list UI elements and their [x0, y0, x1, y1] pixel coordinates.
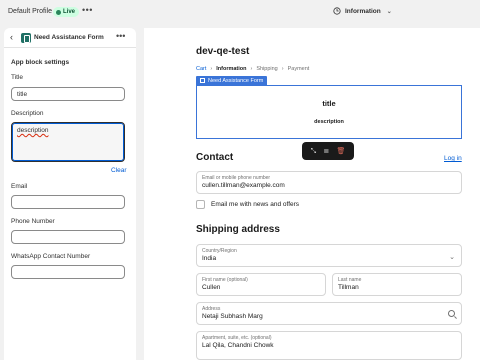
email-phone-label: Email or mobile phone number [202, 175, 271, 181]
apartment-label: Apartment, suite, etc. (optional) [202, 335, 272, 341]
top-bar: Default Profile Live ••• Information ⌄ [0, 0, 480, 26]
email-phone-field[interactable]: Email or mobile phone number cullen.till… [196, 171, 462, 194]
template-selector[interactable]: Information ⌄ [333, 7, 392, 15]
newsletter-label: Email me with news and offers [211, 201, 300, 208]
address-field[interactable]: Address Netaji Subhash Marg [196, 302, 462, 325]
breadcrumb-chevron-icon: › [250, 66, 253, 72]
whatsapp-label: WhatsApp Contact Number [11, 253, 91, 260]
first-name-label: First name (optional) [202, 277, 248, 283]
block-description: description [314, 119, 344, 125]
sidebar-title: Need Assistance Form [34, 34, 104, 41]
live-badge: Live [53, 7, 80, 17]
app-block-tag[interactable]: Need Assistance Form [196, 76, 268, 85]
title-label: Title [11, 74, 24, 81]
phone-label: Phone Number [11, 218, 55, 225]
whatsapp-input[interactable] [11, 265, 125, 279]
live-dot-icon [56, 9, 61, 15]
block-title: title [322, 99, 336, 108]
checkout-preview: dev-qe-test Cart › Information › Shippin… [144, 28, 480, 360]
newsletter-row: Email me with news and offers [196, 200, 299, 209]
breadcrumb-chevron-icon: › [281, 66, 284, 72]
shipping-heading: Shipping address [196, 224, 280, 235]
settings-sidebar: ‹ Need Assistance Form ••• App block set… [4, 28, 136, 360]
live-badge-label: Live [63, 9, 76, 15]
contact-heading: Contact [196, 152, 234, 163]
breadcrumb-shipping: Shipping [256, 66, 278, 72]
back-chevron-icon[interactable]: ‹ [10, 32, 13, 42]
app-block-tag-label: Need Assistance Form [208, 77, 264, 84]
email-phone-value: cullen.tillman@example.com [202, 182, 285, 189]
move-icon[interactable]: ⤡ [311, 148, 317, 155]
chevron-down-icon: ⌄ [449, 254, 455, 261]
first-name-field[interactable]: First name (optional) Cullen [196, 273, 326, 296]
store-title: dev-qe-test [196, 46, 250, 57]
delete-icon[interactable]: 🗑 [336, 148, 345, 155]
country-label: Country/Region [202, 248, 237, 254]
last-name-value: Tillman [338, 284, 359, 291]
duplicate-icon[interactable]: ≣ [323, 148, 329, 155]
breadcrumb-payment: Payment [287, 66, 310, 72]
chevron-down-icon: ⌄ [386, 8, 392, 15]
template-selector-label: Information [345, 7, 381, 15]
sidebar-more-icon[interactable]: ••• [116, 31, 125, 41]
email-label: Email [11, 183, 28, 190]
block-toolbar: ⤡ ≣ 🗑 [302, 142, 354, 160]
breadcrumb: Cart › Information › Shipping › Payment [196, 66, 309, 72]
breadcrumb-cart[interactable]: Cart [196, 66, 206, 72]
phone-input[interactable] [11, 230, 125, 244]
sidebar-header: ‹ Need Assistance Form ••• [4, 28, 136, 48]
app-block-icon [21, 33, 31, 43]
country-value: India [202, 255, 217, 262]
login-link[interactable]: Log in [444, 155, 462, 162]
last-name-label: Last name [338, 277, 362, 283]
clear-button[interactable]: Clear [111, 167, 127, 174]
profile-name[interactable]: Default Profile [8, 8, 52, 15]
block-square-icon [200, 78, 205, 83]
country-select[interactable]: Country/Region India ⌄ [196, 244, 462, 267]
newsletter-checkbox[interactable] [196, 200, 205, 209]
more-horizontal-icon[interactable]: ••• [82, 5, 93, 15]
last-name-field[interactable]: Last name Tillman [332, 273, 462, 296]
breadcrumb-information: Information [216, 66, 247, 72]
address-value: Netaji Subhash Marg [202, 313, 263, 320]
app-block-preview[interactable]: title description [196, 85, 462, 139]
apartment-value: Lal Qila, Chandni Chowk [202, 342, 274, 349]
description-textarea[interactable]: description [11, 122, 125, 162]
first-name-value: Cullen [202, 284, 221, 291]
clock-icon [333, 7, 341, 15]
address-label: Address [202, 306, 221, 312]
email-input[interactable] [11, 195, 125, 209]
title-input[interactable] [11, 87, 125, 101]
description-label: Description [11, 110, 44, 117]
section-title: App block settings [11, 59, 70, 66]
search-icon [448, 310, 455, 317]
breadcrumb-chevron-icon: › [210, 66, 213, 72]
apartment-field[interactable]: Apartment, suite, etc. (optional) Lal Qi… [196, 331, 462, 360]
